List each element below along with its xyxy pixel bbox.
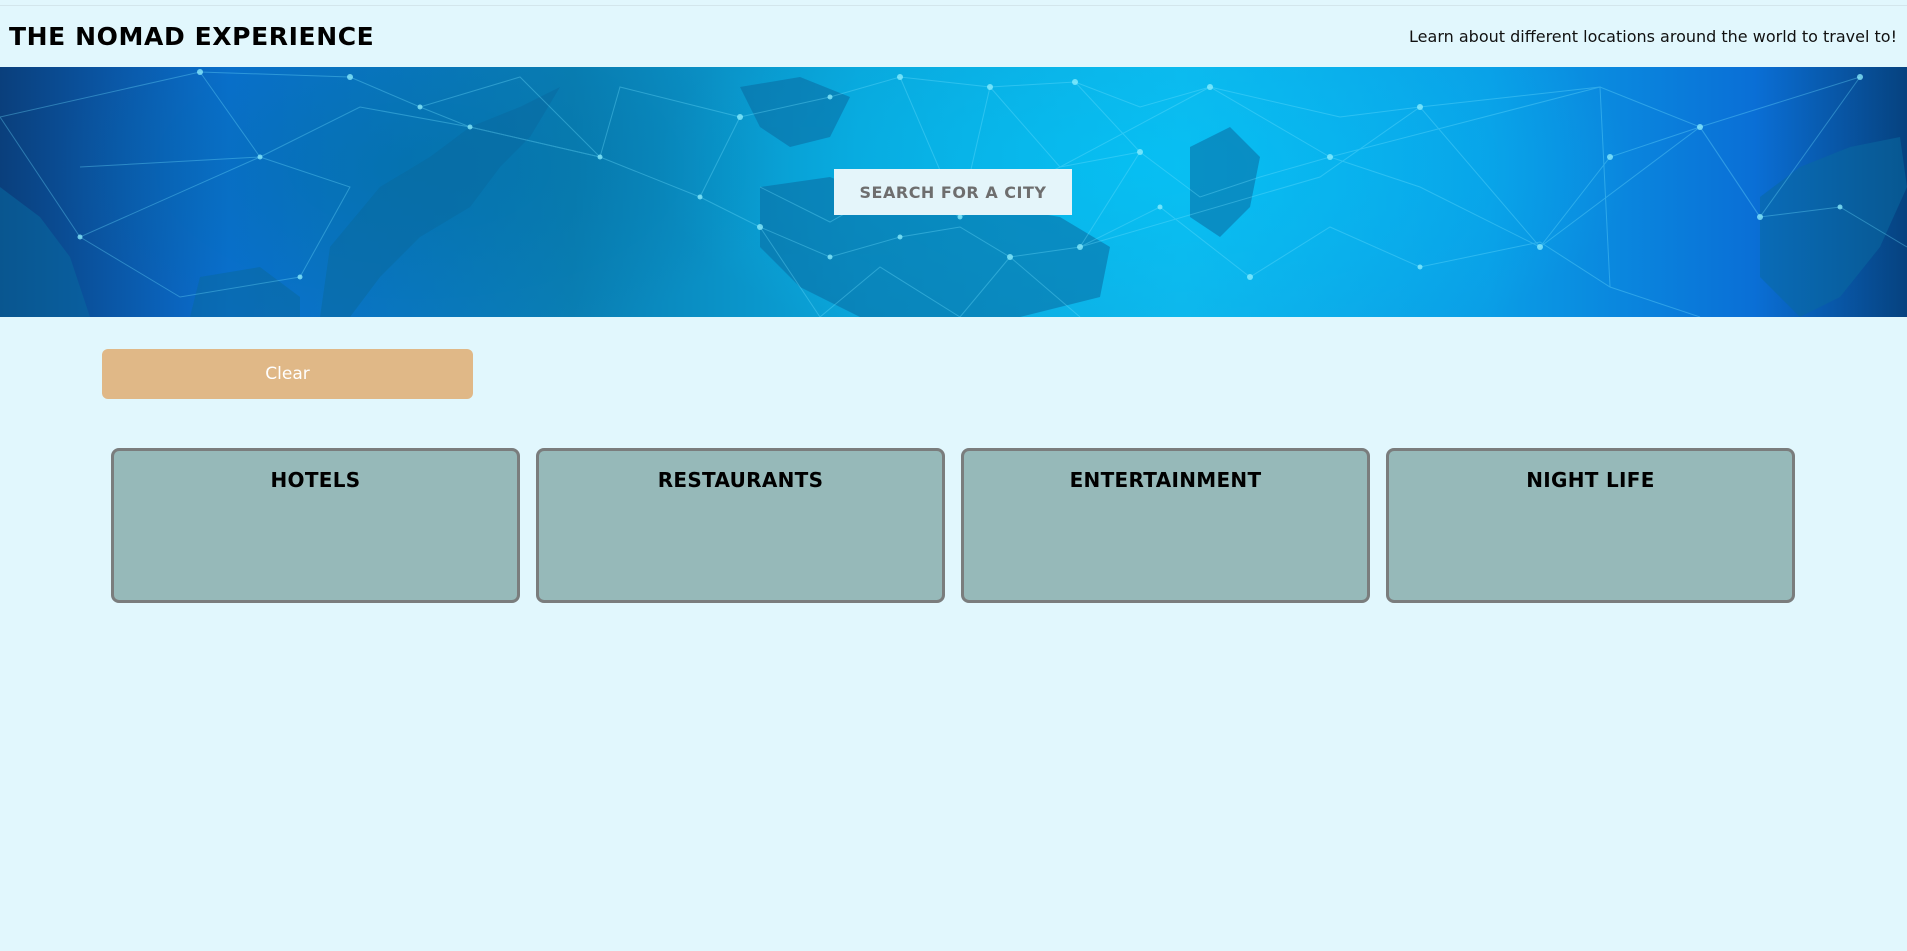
category-card-hotels[interactable]: HOTELS: [111, 448, 520, 603]
category-card-title: NIGHT LIFE: [1526, 468, 1655, 492]
site-title: THE NOMAD EXPERIENCE: [9, 22, 375, 51]
category-card-night-life[interactable]: NIGHT LIFE: [1386, 448, 1795, 603]
category-card-restaurants[interactable]: RESTAURANTS: [536, 448, 945, 603]
site-tagline: Learn about different locations around t…: [1409, 27, 1897, 46]
clear-button[interactable]: Clear: [102, 349, 473, 399]
hero-banner: [0, 67, 1907, 317]
category-card-title: HOTELS: [270, 468, 361, 492]
category-card-title: RESTAURANTS: [657, 468, 824, 492]
category-cards: HOTELS RESTAURANTS ENTERTAINMENT NIGHT L…: [111, 448, 1795, 603]
category-card-title: ENTERTAINMENT: [1069, 468, 1262, 492]
page: THE NOMAD EXPERIENCE Learn about differe…: [0, 0, 1907, 951]
site-header: THE NOMAD EXPERIENCE Learn about differe…: [0, 6, 1907, 66]
category-card-entertainment[interactable]: ENTERTAINMENT: [961, 448, 1370, 603]
city-search-input[interactable]: [834, 169, 1072, 215]
